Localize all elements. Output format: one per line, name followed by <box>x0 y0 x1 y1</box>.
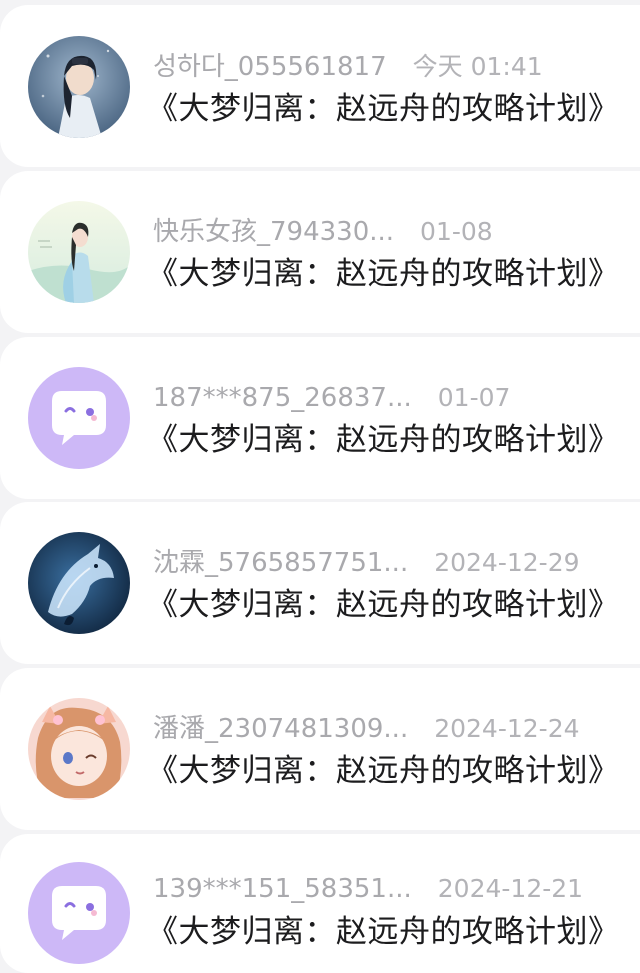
default-chat-avatar-icon <box>28 862 130 964</box>
message-meta: 성하다_055561817 今天 01:41 <box>153 50 543 84</box>
list-item[interactable]: 快乐女孩_794330... 01-08 《大梦归离：赵远舟的攻略计划》 <box>0 171 640 333</box>
list-item[interactable]: 沈霖_5765857751... 2024-12-29 《大梦归离：赵远舟的攻略计… <box>0 502 640 664</box>
message-time: 2024-12-24 <box>434 714 580 743</box>
message-title: 《大梦归离：赵远舟的攻略计划》 <box>147 422 620 458</box>
default-chat-avatar-icon <box>28 367 130 469</box>
message-time: 2024-12-29 <box>434 548 580 577</box>
message-time: 今天 01:41 <box>412 52 543 81</box>
message-title: 《大梦归离：赵远舟的攻略计划》 <box>147 587 620 623</box>
sender-name: 潘潘_2307481309... <box>153 714 409 744</box>
list-item[interactable]: 187***875_26837... 01-07 《大梦归离：赵远舟的攻略计划》 <box>0 337 640 499</box>
message-time: 01-08 <box>420 217 493 246</box>
avatar[interactable] <box>28 36 130 138</box>
list-item[interactable]: 성하다_055561817 今天 01:41 《大梦归离：赵远舟的攻略计划》 <box>0 5 640 167</box>
avatar[interactable] <box>28 201 130 303</box>
sender-name: 성하다_055561817 <box>153 52 387 82</box>
sender-name: 187***875_26837... <box>153 383 412 413</box>
avatar[interactable] <box>28 698 130 800</box>
sender-name: 沈霖_5765857751... <box>153 548 409 578</box>
message-time: 2024-12-21 <box>437 874 584 903</box>
message-time: 01-07 <box>437 383 511 412</box>
avatar[interactable] <box>28 862 130 964</box>
message-title: 《大梦归离：赵远舟的攻略计划》 <box>147 91 620 127</box>
message-title: 《大梦归离：赵远舟的攻略计划》 <box>147 753 620 789</box>
list-item[interactable]: 139***151_58351... 2024-12-21 《大梦归离：赵远舟的攻… <box>0 834 640 973</box>
message-title: 《大梦归离：赵远舟的攻略计划》 <box>147 256 620 292</box>
message-meta: 潘潘_2307481309... 2024-12-24 <box>153 712 580 746</box>
avatar[interactable] <box>28 367 130 469</box>
message-meta: 139***151_58351... 2024-12-21 <box>153 872 583 906</box>
message-list: 성하다_055561817 今天 01:41 《大梦归离：赵远舟的攻略计划》 快… <box>0 0 640 973</box>
message-meta: 快乐女孩_794330... 01-08 <box>153 215 493 249</box>
list-item[interactable]: 潘潘_2307481309... 2024-12-24 《大梦归离：赵远舟的攻略计… <box>0 668 640 830</box>
message-meta: 沈霖_5765857751... 2024-12-29 <box>153 546 580 580</box>
message-title: 《大梦归离：赵远舟的攻略计划》 <box>147 914 620 950</box>
message-meta: 187***875_26837... 01-07 <box>153 381 510 415</box>
sender-name: 139***151_58351... <box>153 874 412 904</box>
avatar[interactable] <box>28 532 130 634</box>
sender-name: 快乐女孩_794330... <box>153 217 395 247</box>
